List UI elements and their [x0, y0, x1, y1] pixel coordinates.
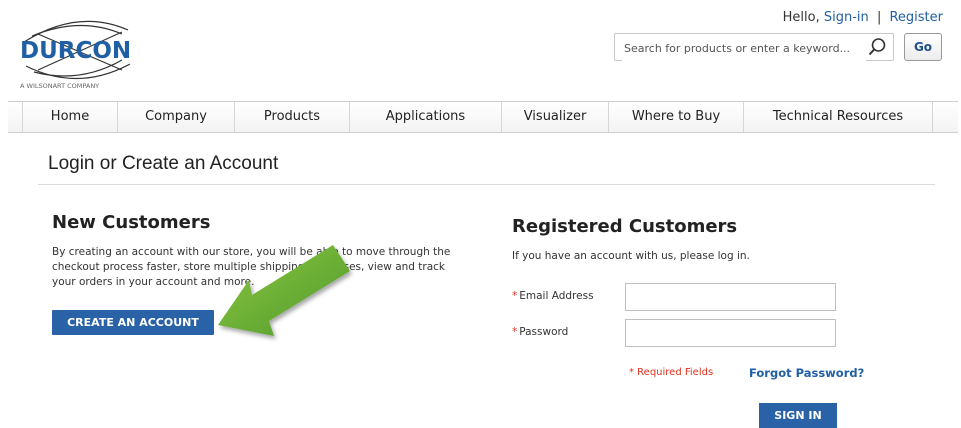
- registered-intro: If you have an account with us, please l…: [512, 250, 750, 262]
- hello-text: Hello,: [782, 10, 820, 25]
- nav-item-products[interactable]: Products: [235, 102, 350, 132]
- go-button[interactable]: Go: [904, 33, 942, 61]
- email-field[interactable]: [625, 283, 836, 311]
- password-field[interactable]: [625, 319, 836, 347]
- logo-graphic: DURCON A WILSONART COMPANY: [20, 20, 131, 90]
- nav-item-applications[interactable]: Applications: [350, 102, 502, 132]
- password-label: * Password: [512, 326, 568, 338]
- logo-text: DURCON: [20, 38, 131, 64]
- nav-item-where-to-buy[interactable]: Where to Buy: [609, 102, 744, 132]
- link-separator: |: [876, 10, 882, 25]
- register-link[interactable]: Register: [889, 10, 943, 25]
- nav-item-visualizer[interactable]: Visualizer: [502, 102, 609, 132]
- password-label-text: Password: [519, 326, 569, 338]
- nav-item-home[interactable]: Home: [22, 102, 118, 132]
- sign-in-button[interactable]: SIGN IN: [759, 403, 837, 428]
- create-account-button[interactable]: CREATE AN ACCOUNT: [52, 310, 214, 335]
- required-star: *: [512, 326, 518, 338]
- email-label-text: Email Address: [519, 290, 594, 302]
- main-nav: Home Company Products Applications Visua…: [8, 101, 958, 133]
- nav-item-company[interactable]: Company: [118, 102, 235, 132]
- registered-customers-heading: Registered Customers: [512, 216, 738, 237]
- required-fields-note: * Required Fields: [629, 367, 714, 378]
- nav-item-technical-resources[interactable]: Technical Resources: [744, 102, 933, 132]
- forgot-password-link[interactable]: Forgot Password?: [749, 366, 864, 380]
- search-box: [614, 33, 894, 62]
- durcon-logo[interactable]: DURCON A WILSONART COMPANY: [18, 14, 143, 90]
- sign-in-link[interactable]: Sign-in: [824, 10, 869, 25]
- required-star: *: [512, 290, 518, 302]
- new-customers-heading: New Customers: [52, 212, 211, 233]
- search-icon[interactable]: [867, 37, 887, 61]
- search-input[interactable]: [622, 34, 866, 62]
- title-divider: [38, 184, 935, 185]
- logo-tagline: A WILSONART COMPANY: [20, 82, 99, 90]
- account-links: Hello, Sign-in | Register: [783, 10, 943, 25]
- green-arrow-icon: [218, 245, 350, 336]
- page-title: Login or Create an Account: [48, 153, 279, 174]
- email-label: * Email Address: [512, 290, 594, 302]
